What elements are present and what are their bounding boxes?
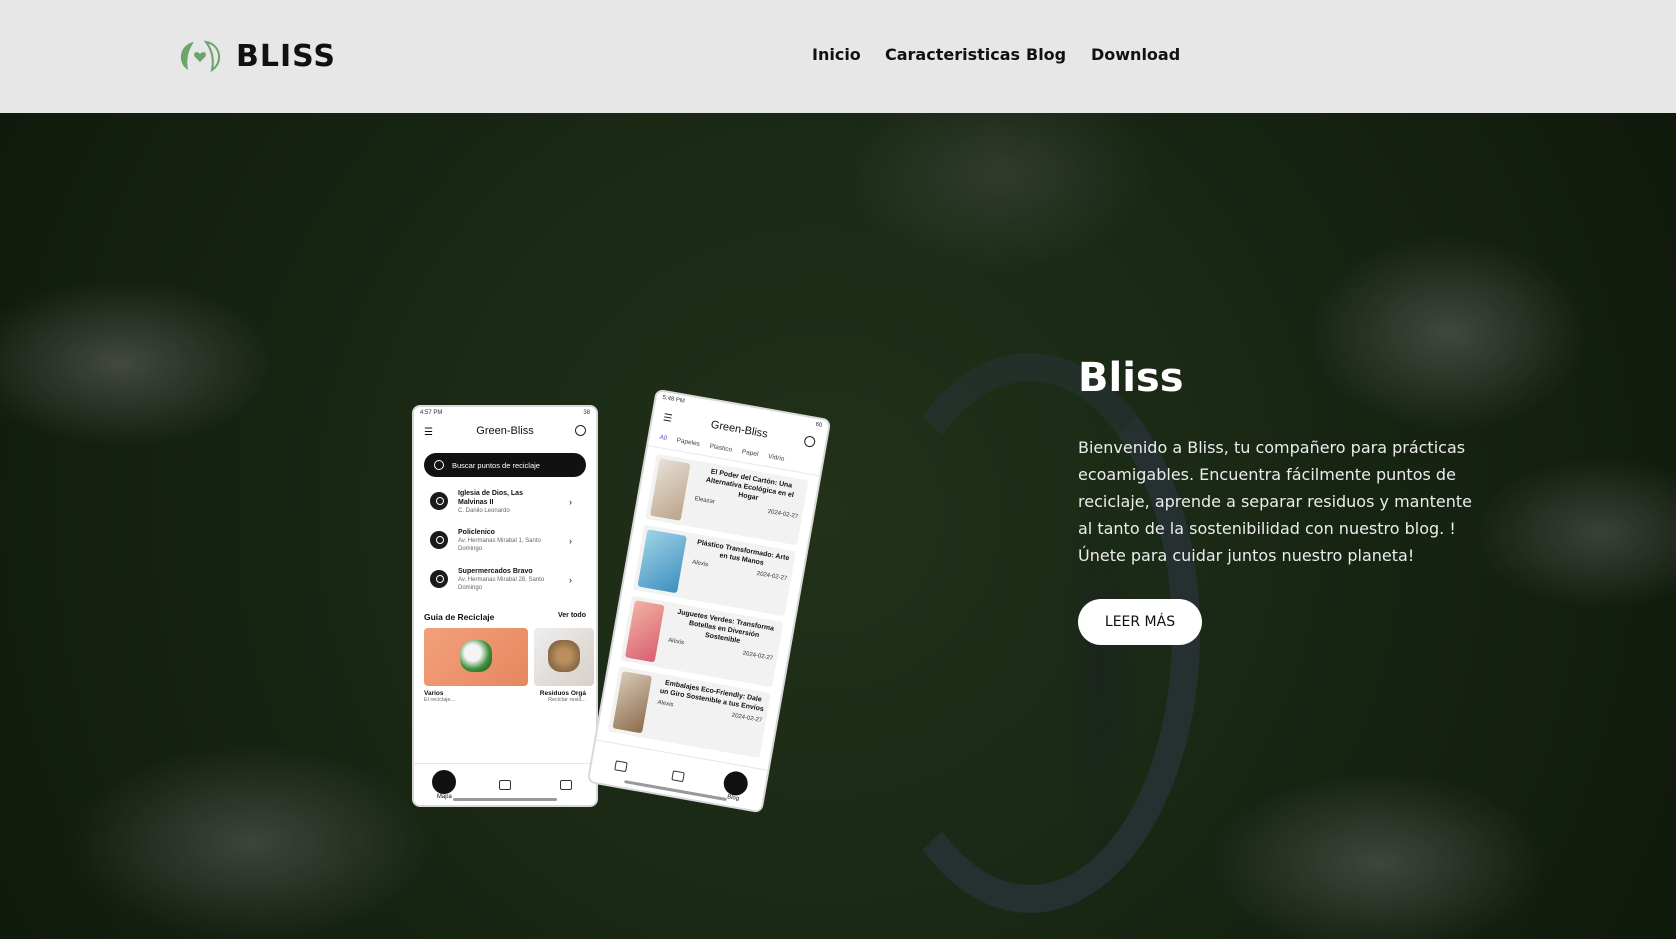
guide-card-image <box>534 628 594 686</box>
recycling-guide-header: Guia de Reciclaje Ver todo <box>424 612 586 622</box>
phone-mockup-map: 4:57 PM 38 ☰ Green-Bliss Buscar puntos d… <box>412 405 598 807</box>
post-thumbnail <box>649 458 691 521</box>
location-item: Iglesia de Dios, Las Malvinas II C. Dani… <box>414 483 596 522</box>
brand-name: BLISS <box>236 38 337 74</box>
location-item: Supermercados Bravo Av. Hermanas Mirabal… <box>414 561 596 600</box>
menu-icon: ☰ <box>662 412 673 425</box>
app-title: ☰ Green-Bliss <box>414 425 596 445</box>
search-icon <box>575 425 586 436</box>
recycle-icon <box>671 769 685 782</box>
chevron-right-icon: › <box>569 497 572 507</box>
map-icon <box>614 759 628 772</box>
leaf-heart-icon <box>180 40 221 73</box>
chevron-right-icon: › <box>569 575 572 585</box>
blog-icon <box>559 779 572 790</box>
hero-section: 4:57 PM 38 ☰ Green-Bliss Buscar puntos d… <box>0 113 1676 939</box>
map-icon <box>432 769 457 794</box>
location-pin-icon <box>430 570 448 588</box>
read-more-button[interactable]: LEER MÁS <box>1078 599 1202 645</box>
post-thumbnail <box>612 671 653 734</box>
site-header: BLISS Inicio Caracteristicas Blog Downlo… <box>0 0 1676 113</box>
location-pin-icon <box>430 492 448 510</box>
guide-cards <box>414 628 596 686</box>
nav-link-inicio[interactable]: Inicio <box>812 45 861 64</box>
nav-link-caracteristicas[interactable]: Caracteristicas <box>885 45 1020 64</box>
recycling-search-input: Buscar puntos de reciclaje <box>424 453 586 477</box>
hero-title: Bliss <box>1078 355 1184 401</box>
phone-tab-bar: Mapa <box>414 763 596 805</box>
hero-description: Bienvenido a Bliss, tu compañero para pr… <box>1078 438 1472 565</box>
nav-link-blog[interactable]: Blog <box>1026 45 1066 64</box>
recycle-icon <box>498 779 511 790</box>
location-item: Policlenico Av. Hermanas Mirabal 1, Sant… <box>414 522 596 561</box>
guide-card-image <box>424 628 528 686</box>
search-icon <box>803 435 817 448</box>
post-thumbnail <box>624 600 665 663</box>
chevron-right-icon: › <box>569 536 572 546</box>
nav-link-download[interactable]: Download <box>1091 45 1180 64</box>
location-pin-icon <box>430 531 448 549</box>
brand-logo[interactable]: BLISS <box>174 36 336 76</box>
blog-icon <box>721 769 750 797</box>
menu-icon: ☰ <box>424 427 433 438</box>
post-thumbnail <box>637 529 687 594</box>
